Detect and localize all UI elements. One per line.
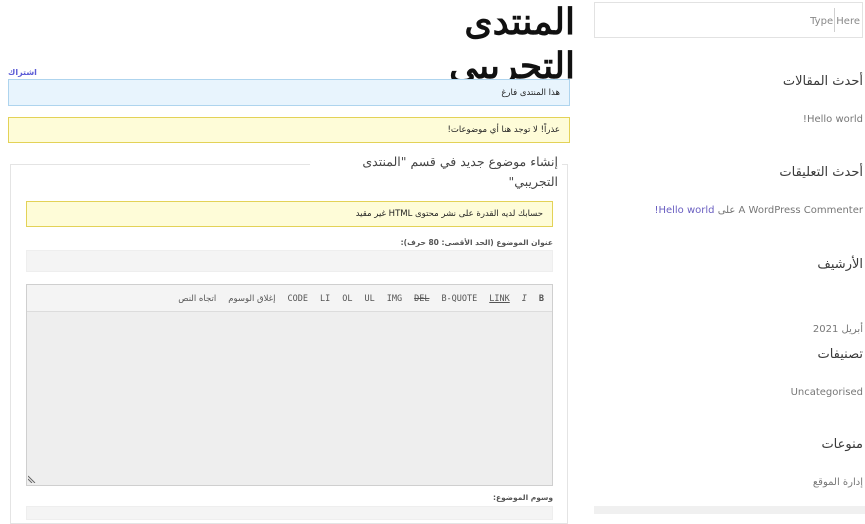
no-topics-text: عذراً! لا توجد هنا أي موضوعات! xyxy=(447,125,560,135)
comment-on-word: على xyxy=(717,205,736,216)
strikethrough-button[interactable]: DEL xyxy=(414,294,429,304)
list-item-button[interactable]: LI xyxy=(320,294,330,304)
comment-post-link[interactable]: Hello world! xyxy=(654,205,714,216)
resize-handle-icon[interactable] xyxy=(28,474,37,483)
recent-comment-item: A WordPress Commenter على Hello world! xyxy=(654,205,863,216)
search-placeholder: Type Here xyxy=(810,16,860,27)
recent-post-link[interactable]: Hello world! xyxy=(803,114,863,125)
topic-tags-label: وسوم الموضوع: xyxy=(492,493,553,502)
topic-title-input[interactable] xyxy=(26,250,553,272)
categories-title: تصنيفات xyxy=(817,347,863,362)
image-button[interactable]: IMG xyxy=(387,294,402,304)
code-button[interactable]: CODE xyxy=(287,294,307,304)
forum-empty-notice: هذا المنتدى فارغ xyxy=(8,79,570,106)
html-capability-text: حسابك لديه القدرة على نشر محتوى HTML غير… xyxy=(355,209,543,219)
subscribe-link[interactable]: اشتراك xyxy=(8,68,37,77)
page-title: المنتدى التجريبي xyxy=(449,1,575,87)
search-cursor xyxy=(834,8,835,32)
topic-title-label: عنوان الموضوع (الحد الأقصى: 80 حرف): xyxy=(400,238,553,247)
new-topic-form-legend: إنشاء موضوع جديد في قسم "المنتدى التجريب… xyxy=(310,152,562,192)
comment-author: A WordPress Commenter xyxy=(738,205,863,216)
sidebar-bottom-strip xyxy=(594,506,865,514)
topic-tags-input[interactable] xyxy=(26,506,553,520)
link-button[interactable]: LINK xyxy=(489,294,509,304)
editor-toolbar: B I LINK B-QUOTE DEL IMG UL OL LI CODE إ… xyxy=(27,285,552,312)
html-capability-notice: حسابك لديه القدرة على نشر محتوى HTML غير… xyxy=(26,201,553,227)
archive-link[interactable]: أبريل 2021 xyxy=(813,324,863,335)
recent-comments-title: أحدث التعليقات xyxy=(779,165,863,180)
ordered-list-button[interactable]: OL xyxy=(342,294,352,304)
recent-posts-title: أحدث المقالات xyxy=(782,74,863,89)
archives-title: الأرشيف xyxy=(817,257,863,272)
search-input[interactable]: Type Here xyxy=(594,2,863,38)
topic-content-textarea[interactable] xyxy=(27,312,552,485)
no-topics-notice: عذراً! لا توجد هنا أي موضوعات! xyxy=(8,117,570,143)
italic-button[interactable]: I xyxy=(522,294,527,304)
meta-title: منوعات xyxy=(821,437,863,452)
category-link[interactable]: Uncategorised xyxy=(791,387,863,398)
unordered-list-button[interactable]: UL xyxy=(364,294,374,304)
blockquote-button[interactable]: B-QUOTE xyxy=(441,294,477,304)
site-admin-link[interactable]: إدارة الموقع xyxy=(813,477,863,488)
close-tags-button[interactable]: إغلاق الوسوم xyxy=(228,294,275,304)
bold-button[interactable]: B xyxy=(539,294,544,304)
text-direction-button[interactable]: اتجاه النص xyxy=(178,294,216,304)
forum-empty-text: هذا المنتدى فارغ xyxy=(501,87,560,98)
